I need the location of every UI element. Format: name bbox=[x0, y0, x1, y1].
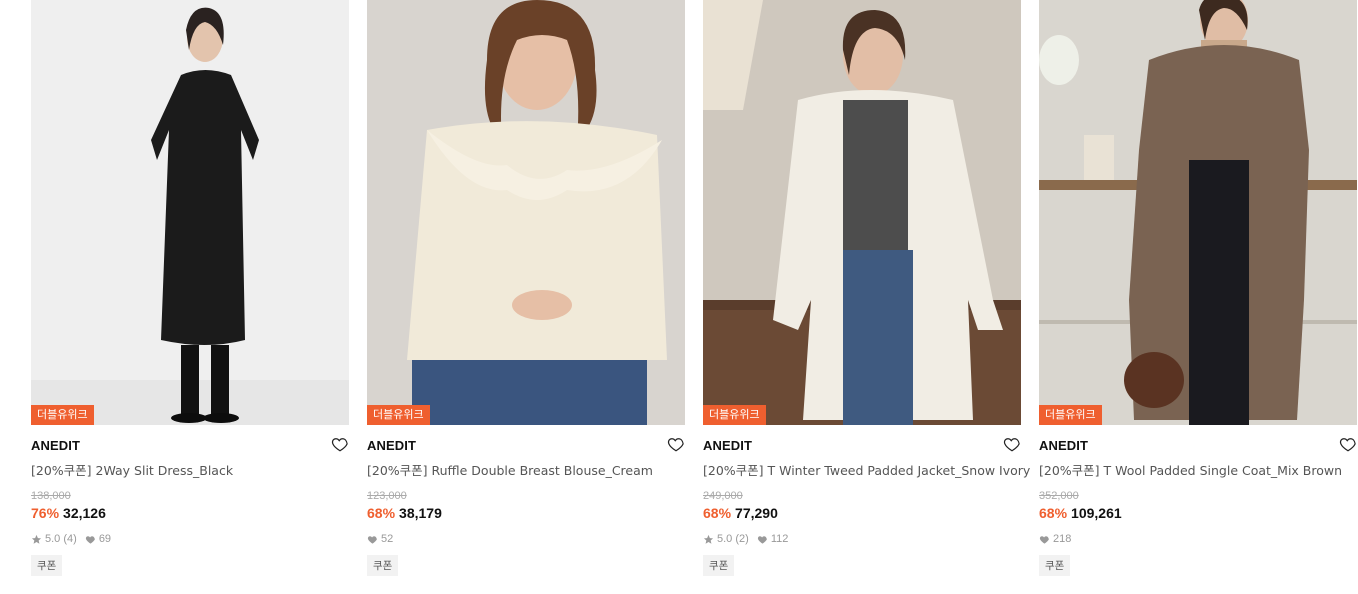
heart-icon[interactable] bbox=[331, 435, 349, 453]
product-card[interactable]: 더블유위크 ANEDIT [20%쿠폰] 2Way Slit Dress_Bla… bbox=[31, 0, 349, 576]
price-row: 68% 77,290 bbox=[703, 505, 1021, 521]
original-price: 352,000 bbox=[1039, 490, 1079, 502]
discount-rate: 68% bbox=[703, 505, 732, 521]
like-count: 112 bbox=[770, 533, 789, 545]
product-card[interactable]: 더블유위크 ANEDIT [20%쿠폰] T Winter Tweed Padd… bbox=[703, 0, 1030, 576]
star-icon bbox=[31, 534, 42, 544]
original-price: 138,000 bbox=[31, 490, 71, 502]
heart-filled-icon bbox=[85, 535, 95, 544]
price-row: 68% 109,261 bbox=[1039, 505, 1357, 521]
promo-badge: 더블유위크 bbox=[31, 405, 94, 425]
sale-price: 77,290 bbox=[735, 505, 778, 521]
product-meta: 218 bbox=[1039, 532, 1357, 546]
original-price: 249,000 bbox=[703, 490, 743, 502]
heart-filled-icon bbox=[757, 535, 767, 544]
like-count: 69 bbox=[98, 533, 112, 545]
heart-filled-icon bbox=[1039, 535, 1049, 544]
heart-icon[interactable] bbox=[667, 435, 685, 453]
product-card[interactable]: 더블유위크 ANEDIT [20%쿠폰] Ruffle Double Breas… bbox=[367, 0, 685, 576]
brand-name[interactable]: ANEDIT bbox=[367, 438, 416, 453]
like-count: 218 bbox=[1053, 533, 1072, 545]
sale-price: 38,179 bbox=[399, 505, 442, 521]
review-count: (2) bbox=[735, 533, 749, 545]
price-row: 68% 38,179 bbox=[367, 505, 685, 521]
discount-rate: 76% bbox=[31, 505, 60, 521]
heart-icon[interactable] bbox=[1003, 435, 1021, 453]
product-grid: 더블유위크 ANEDIT [20%쿠폰] 2Way Slit Dress_Bla… bbox=[0, 0, 1358, 594]
product-image[interactable]: 더블유위크 bbox=[31, 0, 349, 425]
rating: 5.0 bbox=[717, 533, 733, 545]
rating: 5.0 bbox=[45, 533, 61, 545]
product-card[interactable]: 더블유위크 ANEDIT [20%쿠폰] T Wool Padded Singl… bbox=[1039, 0, 1357, 576]
product-name[interactable]: [20%쿠폰] Ruffle Double Breast Blouse_Crea… bbox=[367, 460, 685, 479]
sale-price: 32,126 bbox=[63, 505, 106, 521]
coupon-tag: 쿠폰 bbox=[703, 555, 735, 576]
promo-badge: 더블유위크 bbox=[367, 405, 430, 425]
heart-icon[interactable] bbox=[1339, 435, 1357, 453]
coupon-tag: 쿠폰 bbox=[1039, 555, 1071, 576]
like-count: 52 bbox=[381, 533, 394, 545]
heart-filled-icon bbox=[367, 535, 377, 544]
price-row: 76% 32,126 bbox=[31, 505, 349, 521]
review-count: (4) bbox=[63, 533, 77, 545]
product-name[interactable]: [20%쿠폰] T Wool Padded Single Coat_Mix Br… bbox=[1039, 460, 1357, 479]
discount-rate: 68% bbox=[1039, 505, 1068, 521]
product-meta: 5.0 (4) 69 bbox=[31, 532, 349, 546]
brand-name[interactable]: ANEDIT bbox=[703, 438, 752, 453]
brand-name[interactable]: ANEDIT bbox=[1039, 438, 1088, 453]
star-icon bbox=[703, 534, 714, 544]
product-image[interactable]: 더블유위크 bbox=[703, 0, 1021, 425]
brand-name[interactable]: ANEDIT bbox=[31, 438, 80, 453]
product-name[interactable]: [20%쿠폰] 2Way Slit Dress_Black bbox=[31, 460, 349, 479]
product-image[interactable]: 더블유위크 bbox=[367, 0, 685, 425]
promo-badge: 더블유위크 bbox=[1039, 405, 1102, 425]
promo-badge: 더블유위크 bbox=[703, 405, 766, 425]
product-meta: 5.0 (2) 112 bbox=[703, 532, 1021, 546]
original-price: 123,000 bbox=[367, 490, 407, 502]
product-name[interactable]: [20%쿠폰] T Winter Tweed Padded Jacket_Sno… bbox=[703, 460, 1030, 479]
product-image[interactable]: 더블유위크 bbox=[1039, 0, 1357, 425]
coupon-tag: 쿠폰 bbox=[31, 555, 63, 576]
coupon-tag: 쿠폰 bbox=[367, 555, 399, 576]
product-meta: 52 bbox=[367, 532, 685, 546]
discount-rate: 68% bbox=[367, 505, 396, 521]
sale-price: 109,261 bbox=[1071, 505, 1122, 521]
